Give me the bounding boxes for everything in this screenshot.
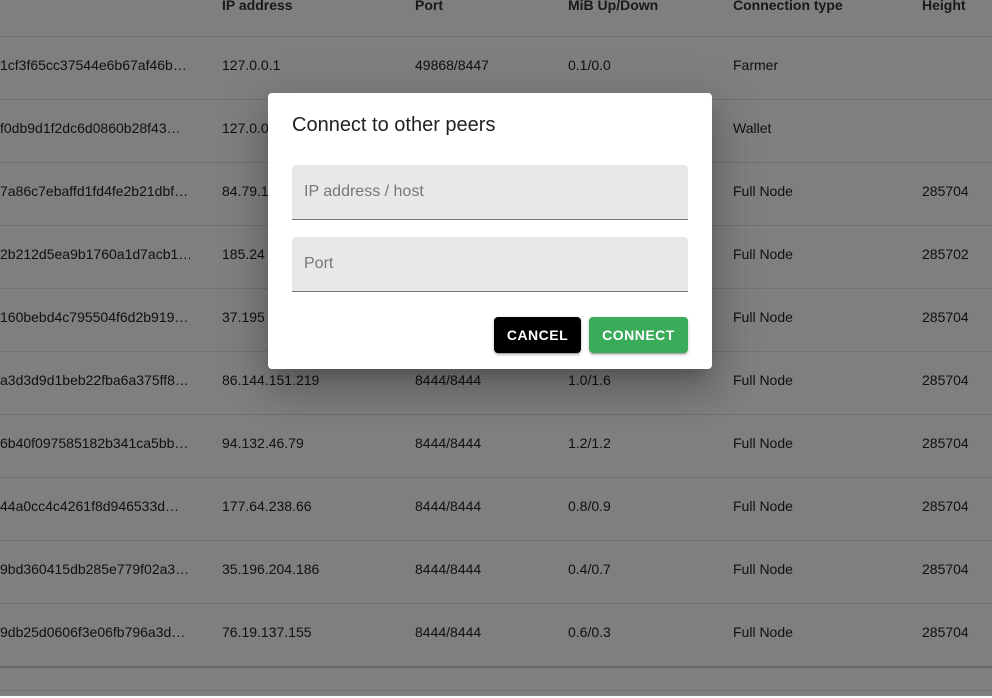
port-input[interactable]: [292, 237, 688, 291]
ip-address-input[interactable]: [292, 165, 688, 219]
dialog-title: Connect to other peers: [292, 114, 496, 136]
ip-address-field[interactable]: [292, 165, 688, 220]
connect-button[interactable]: CONNECT: [589, 317, 688, 353]
connect-peers-dialog: Connect to other peers CANCEL CONNECT: [268, 93, 712, 369]
cancel-button[interactable]: CANCEL: [494, 317, 581, 353]
port-field[interactable]: [292, 237, 688, 292]
